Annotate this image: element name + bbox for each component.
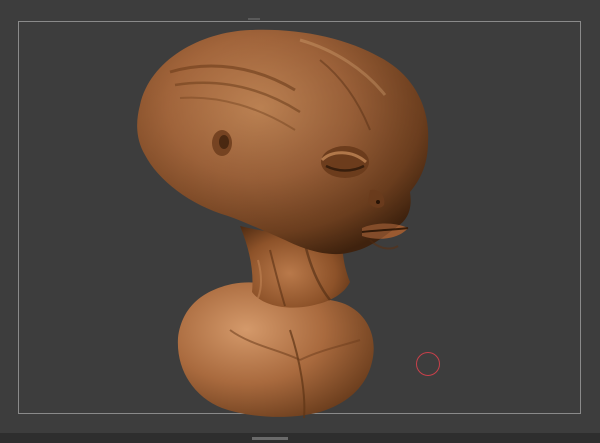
brush-cursor-ring-icon xyxy=(416,352,440,376)
alien-bust-model[interactable] xyxy=(0,0,600,443)
bottom-status-strip xyxy=(0,433,600,443)
sculpt-viewport[interactable] xyxy=(0,0,600,443)
bottom-scroll-marker[interactable] xyxy=(252,437,288,440)
